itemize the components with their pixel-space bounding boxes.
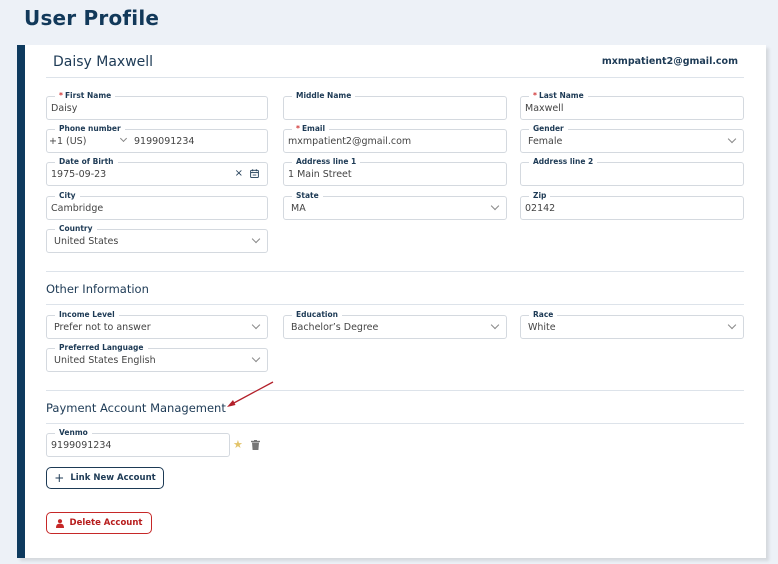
country-select[interactable]: Country United States bbox=[46, 224, 268, 253]
race-label: Race bbox=[529, 310, 558, 319]
email-field[interactable]: * Email mxmpatient2@gmail.com bbox=[283, 124, 507, 153]
link-new-account-label: Link New Account bbox=[70, 473, 156, 483]
address2-field[interactable]: Address line 2 bbox=[520, 157, 744, 186]
star-icon[interactable]: ★ bbox=[233, 438, 243, 451]
language-select[interactable]: Preferred Language United States English bbox=[46, 343, 268, 372]
page-title: User Profile bbox=[24, 6, 160, 30]
section-divider bbox=[46, 390, 744, 391]
chevron-down-icon bbox=[490, 320, 500, 330]
language-label: Preferred Language bbox=[55, 343, 148, 352]
first-name-value: Daisy bbox=[51, 103, 78, 114]
phone-field[interactable]: Phone number +1 (US) 9199091234 bbox=[46, 124, 268, 153]
last-name-field[interactable]: * Last Name Maxwell bbox=[520, 91, 744, 120]
country-label: Country bbox=[55, 224, 97, 233]
dob-value: 1975-09-23 bbox=[51, 169, 107, 180]
user-name: Daisy Maxwell bbox=[53, 54, 154, 70]
gender-label: Gender bbox=[529, 124, 568, 133]
language-value: United States English bbox=[54, 355, 156, 366]
zip-label: Zip bbox=[529, 191, 551, 200]
section-divider bbox=[46, 304, 744, 305]
zip-field[interactable]: Zip 02142 bbox=[520, 191, 744, 220]
user-icon bbox=[55, 518, 64, 528]
education-value: Bachelor’s Degree bbox=[291, 322, 379, 333]
header-divider bbox=[46, 77, 744, 78]
address2-label: Address line 2 bbox=[529, 157, 598, 166]
city-label: City bbox=[55, 191, 80, 200]
chevron-down-icon bbox=[251, 234, 261, 244]
education-label: Education bbox=[292, 310, 342, 319]
email-label: Email bbox=[301, 124, 326, 133]
plus-icon: + bbox=[54, 471, 65, 485]
gender-select[interactable]: Gender Female bbox=[520, 124, 744, 153]
race-select[interactable]: Race White bbox=[520, 310, 744, 339]
middle-name-field[interactable]: Middle Name bbox=[283, 91, 507, 120]
other-info-title: Other Information bbox=[46, 282, 149, 296]
middle-name-label: Middle Name bbox=[292, 91, 356, 100]
trash-icon[interactable] bbox=[251, 440, 260, 450]
phone-value: 9199091234 bbox=[134, 136, 195, 147]
first-name-field[interactable]: * First Name Daisy bbox=[46, 91, 268, 120]
annotation-arrow-icon bbox=[227, 381, 274, 407]
section-divider bbox=[46, 423, 744, 424]
city-field[interactable]: City Cambridge bbox=[46, 191, 268, 220]
link-new-account-button[interactable]: + Link New Account bbox=[46, 467, 164, 489]
country-value: United States bbox=[54, 236, 119, 247]
address1-field[interactable]: Address line 1 1 Main Street bbox=[283, 157, 507, 186]
card-header: Daisy Maxwell mxmpatient2@gmail.com bbox=[53, 54, 738, 78]
chevron-down-icon bbox=[251, 353, 261, 363]
dob-field[interactable]: Date of Birth 1975-09-23 × bbox=[46, 157, 268, 186]
clear-icon[interactable]: × bbox=[235, 168, 243, 179]
chevron-down-icon bbox=[727, 320, 737, 330]
venmo-field[interactable]: Venmo 9199091234 bbox=[46, 428, 230, 457]
income-select[interactable]: Income Level Prefer not to answer bbox=[46, 310, 268, 339]
gender-value: Female bbox=[528, 136, 563, 147]
state-select[interactable]: State MA bbox=[283, 191, 507, 220]
country-code-select[interactable]: +1 (US) bbox=[49, 136, 86, 147]
calendar-icon[interactable] bbox=[250, 169, 259, 178]
dob-label: Date of Birth bbox=[55, 157, 118, 166]
payment-title: Payment Account Management bbox=[46, 401, 226, 415]
address1-label: Address line 1 bbox=[292, 157, 361, 166]
delete-account-button[interactable]: Delete Account bbox=[46, 512, 152, 534]
phone-label: Phone number bbox=[55, 124, 125, 133]
first-name-label: First Name bbox=[64, 91, 112, 100]
state-value: MA bbox=[291, 203, 306, 214]
venmo-value: 9199091234 bbox=[51, 440, 112, 451]
last-name-label: Last Name bbox=[538, 91, 584, 100]
section-divider bbox=[46, 271, 744, 272]
address1-value: 1 Main Street bbox=[288, 169, 352, 180]
zip-value: 02142 bbox=[525, 203, 556, 214]
chevron-down-icon bbox=[490, 201, 500, 211]
income-value: Prefer not to answer bbox=[54, 322, 151, 333]
state-label: State bbox=[292, 191, 323, 200]
chevron-down-icon[interactable] bbox=[119, 134, 128, 143]
user-email: mxmpatient2@gmail.com bbox=[601, 56, 738, 67]
card-accent-bar bbox=[17, 45, 25, 558]
email-value: mxmpatient2@gmail.com bbox=[288, 136, 412, 147]
education-select[interactable]: Education Bachelor’s Degree bbox=[283, 310, 507, 339]
race-value: White bbox=[528, 322, 556, 333]
city-value: Cambridge bbox=[51, 203, 104, 214]
profile-card: Daisy Maxwell mxmpatient2@gmail.com * Fir… bbox=[17, 45, 766, 558]
venmo-label: Venmo bbox=[55, 428, 92, 437]
chevron-down-icon bbox=[727, 134, 737, 144]
chevron-down-icon bbox=[251, 320, 261, 330]
income-label: Income Level bbox=[55, 310, 119, 319]
last-name-value: Maxwell bbox=[525, 103, 564, 114]
delete-account-label: Delete Account bbox=[69, 518, 143, 528]
